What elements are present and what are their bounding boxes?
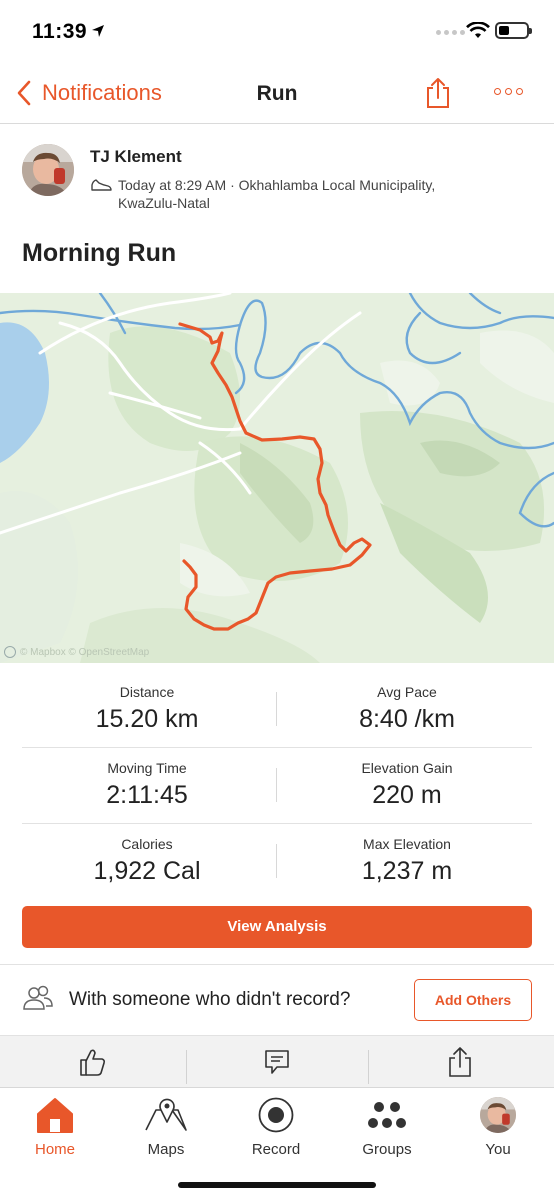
stat-label: Moving Time (107, 760, 187, 776)
activity-meta: Today at 8:29 AM · Okhahlamba Local Muni… (90, 175, 470, 195)
map-canvas (0, 293, 554, 663)
home-indicator[interactable] (178, 1182, 376, 1188)
chevron-left-icon (17, 80, 31, 106)
share-activity-button[interactable] (368, 1036, 552, 1088)
status-time: 11:39 (32, 20, 88, 43)
stat-divider (276, 844, 277, 878)
activity-title: Morning Run (22, 239, 177, 267)
with-someone-text: With someone who didn't record? (69, 989, 351, 1010)
more-options-icon[interactable] (494, 88, 523, 95)
battery-icon (495, 22, 532, 39)
nav-bar: Notifications Run (0, 66, 554, 124)
stat-label: Max Elevation (363, 836, 451, 852)
tab-label: Home (34, 1141, 75, 1158)
map-attribution[interactable]: © Mapbox © OpenStreetMap (4, 646, 149, 658)
stat-divider (276, 768, 277, 802)
avatar (480, 1097, 516, 1133)
route-map[interactable]: © Mapbox © OpenStreetMap (0, 293, 554, 663)
stat-avg-pace: Avg Pace 8:40 /km (282, 684, 532, 734)
stat-max-elevation: Max Elevation 1,237 m (282, 836, 532, 886)
comment-button[interactable] (185, 1036, 369, 1088)
back-label: Notifications (42, 80, 162, 105)
tab-record[interactable]: Record (221, 1094, 331, 1158)
tab-home[interactable]: Home (0, 1094, 110, 1158)
kudos-button[interactable] (0, 1036, 184, 1088)
with-someone-row: With someone who didn't record? Add Othe… (0, 965, 554, 1035)
tab-maps[interactable]: Maps (111, 1094, 221, 1158)
maps-icon (145, 1098, 187, 1131)
stat-moving-time: Moving Time 2:11:45 (22, 760, 272, 810)
add-others-button[interactable]: Add Others (414, 979, 532, 1021)
location-arrow-icon (92, 25, 104, 37)
mapbox-logo-icon (4, 646, 16, 658)
athlete-avatar[interactable] (22, 144, 74, 196)
tab-you[interactable]: You (443, 1094, 553, 1158)
stat-value: 1,237 m (361, 857, 453, 885)
stat-value: 2:11:45 (106, 781, 188, 809)
activity-meta-line1: Today at 8:29 AM · Okhahlamba Local Muni… (118, 177, 436, 193)
stat-label: Avg Pace (377, 684, 437, 700)
stat-divider (276, 692, 277, 726)
stat-value: 1,922 Cal (93, 857, 201, 885)
thumbs-up-icon (80, 1049, 106, 1076)
view-analysis-button[interactable]: View Analysis (22, 906, 532, 948)
stat-value: 220 m (372, 781, 442, 809)
stat-row: Calories 1,922 Cal Max Elevation 1,237 m (22, 824, 532, 900)
stat-row: Moving Time 2:11:45 Elevation Gain 220 m (22, 748, 532, 824)
stat-elevation-gain: Elevation Gain 220 m (282, 760, 532, 810)
tab-label: Maps (147, 1141, 185, 1158)
stat-distance: Distance 15.20 km (22, 684, 272, 734)
stats-grid: Distance 15.20 km Avg Pace 8:40 /km Movi… (22, 672, 532, 900)
record-icon (258, 1097, 294, 1133)
share-icon[interactable] (424, 76, 452, 110)
stat-value: 15.20 km (95, 705, 199, 733)
wifi-icon (466, 22, 490, 38)
activity-meta-line2: KwaZulu-Natal (118, 195, 210, 211)
stat-row: Distance 15.20 km Avg Pace 8:40 /km (22, 672, 532, 748)
back-button[interactable]: Notifications (16, 80, 162, 106)
shoe-icon (91, 179, 112, 191)
home-icon (37, 1098, 73, 1133)
comment-icon (265, 1050, 289, 1074)
tab-groups[interactable]: Groups (332, 1094, 442, 1158)
tab-label: You (485, 1141, 511, 1158)
people-icon (23, 985, 53, 1010)
athlete-name[interactable]: TJ Klement (90, 147, 182, 167)
action-bar (0, 1035, 554, 1087)
stat-value: 8:40 /km (359, 705, 455, 733)
groups-icon (368, 1102, 406, 1128)
stat-label: Distance (119, 684, 175, 700)
share-icon (449, 1047, 471, 1077)
tab-label: Record (251, 1141, 301, 1158)
tab-label: Groups (362, 1141, 412, 1158)
stat-label: Elevation Gain (361, 760, 453, 776)
stat-label: Calories (121, 836, 173, 852)
signal-icon (436, 30, 465, 35)
stat-calories: Calories 1,922 Cal (22, 836, 272, 886)
status-bar: 11:39 (0, 0, 554, 66)
map-attribution-text: © Mapbox © OpenStreetMap (20, 646, 150, 658)
